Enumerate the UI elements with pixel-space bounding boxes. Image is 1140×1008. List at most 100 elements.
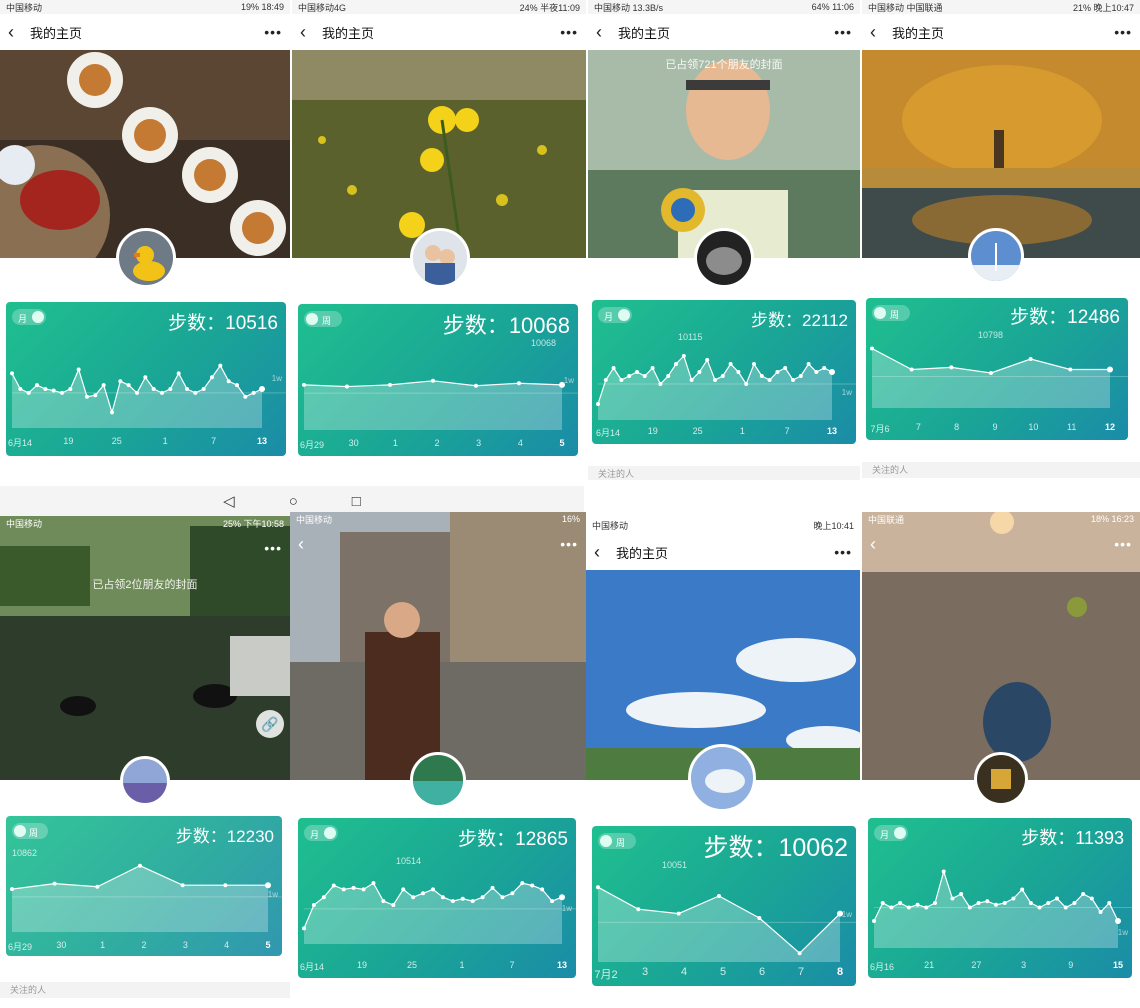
cover-photo-swans[interactable]: 中国移动 25% 下午10:58 ••• 已占领2位朋友的封面 🔗 (0, 516, 290, 780)
chart-point (880, 901, 885, 905)
toggle-label: 周 (29, 828, 39, 838)
x-tick-label: 2 (434, 438, 440, 448)
profile-tile-1: 中国移动 19% 18:49 ‹ 我的主页 ••• 月 步数：10516 1w … (0, 0, 290, 470)
period-toggle[interactable]: 周 (598, 833, 636, 849)
chart-point (959, 892, 964, 896)
avatar[interactable] (410, 752, 466, 808)
chart-point (829, 369, 835, 375)
avatar[interactable] (116, 228, 176, 288)
profile-tile-5: 中国移动 25% 下午10:58 ••• 已占领2位朋友的封面 🔗 周 步数：12… (0, 516, 290, 1008)
chart-point (321, 895, 326, 900)
avatar[interactable] (410, 228, 470, 288)
chart-point (736, 370, 741, 374)
back-icon[interactable]: ‹ (596, 22, 614, 43)
link-icon[interactable]: 🔗 (256, 710, 284, 738)
cover-photo-autumn-tree[interactable] (862, 50, 1140, 258)
chart-point (201, 387, 206, 391)
more-icon[interactable]: ••• (560, 24, 578, 40)
more-icon[interactable]: ••• (264, 24, 282, 40)
chart-point (540, 887, 545, 892)
toggle-knob (32, 311, 44, 323)
nav-bar: ‹ 我的主页 ••• (292, 14, 586, 50)
chart-point (596, 402, 600, 406)
cover-flowers-illustration (292, 50, 586, 258)
cover-photo-street[interactable]: 中国移动 16% ‹ ••• (290, 512, 586, 780)
more-icon[interactable]: ••• (560, 536, 578, 552)
period-toggle[interactable]: 月 (874, 825, 908, 841)
period-toggle[interactable]: 周 (304, 311, 342, 327)
avatar[interactable] (694, 228, 754, 288)
page-title: 我的主页 (322, 25, 375, 41)
period-toggle[interactable]: 周 (872, 305, 910, 321)
period-toggle[interactable]: 周 (12, 823, 48, 839)
peak-value: 10068 (530, 338, 556, 348)
back-icon[interactable]: ‹ (870, 22, 888, 43)
chart-point (872, 919, 876, 923)
back-icon[interactable]: ‹ (298, 534, 316, 555)
x-tick-label: 1 (459, 960, 465, 970)
x-tick-label: 6月14 (595, 428, 621, 438)
more-icon[interactable]: ••• (1114, 536, 1132, 552)
chart-point (138, 863, 142, 868)
duck-avatar-image (119, 231, 173, 285)
period-toggle[interactable]: 月 (304, 825, 338, 841)
chart-point (994, 902, 998, 907)
steps-count: 步数：10062 (703, 828, 848, 864)
avatar[interactable] (974, 752, 1028, 806)
step-card[interactable]: 月 步数：22112 10115 1w 6月14 19 25 1 7 13 (592, 300, 856, 444)
step-card[interactable]: 周 步数：10062 10051 1w 7月2 3 4 5 6 7 8 (592, 826, 856, 986)
steps-count: 步数：10068 (443, 308, 570, 340)
chart-point (10, 371, 14, 376)
chart-point (26, 390, 31, 395)
avatar[interactable] (968, 228, 1024, 284)
cover-photo-runner[interactable]: 已占领721个朋友的封面 (588, 50, 860, 258)
back-icon[interactable]: ‹ (870, 534, 888, 555)
steps-count: 步数：12865 (458, 824, 568, 851)
chart-point (798, 374, 803, 378)
profile-tile-2: 中国移动4G24% 半夜11:09 ‹ 我的主页 ••• 周 步数：10068 (292, 0, 586, 470)
x-tick-label: 3 (182, 940, 188, 950)
system-back-icon[interactable]: ◁ (223, 492, 235, 510)
chart-point (135, 390, 139, 395)
steps-count: 步数：10516 (168, 308, 278, 335)
step-card[interactable]: 月 步数：12865 10514 1w 6月14 19 25 1 7 13 (298, 818, 576, 978)
more-icon[interactable]: ••• (264, 540, 282, 556)
system-recent-icon[interactable]: □ (352, 493, 361, 510)
chart-point (243, 394, 248, 399)
period-toggle[interactable]: 月 (12, 309, 46, 325)
back-icon[interactable]: ‹ (8, 22, 26, 43)
step-card[interactable]: 月 步数：10516 1w 6月14 19 25 1 7 13 (6, 302, 286, 456)
step-card[interactable]: 周 步数：12486 10798 7月6 7 8 9 10 11 12 (866, 298, 1128, 440)
steps-count: 步数：22112 (751, 306, 848, 331)
chart-point (806, 362, 811, 366)
step-card[interactable]: 周 步数：12230 10862 1w 6月29 30 1 2 3 4 5 (6, 816, 282, 956)
cover-photo-tea[interactable] (0, 50, 290, 258)
chart-point (889, 905, 894, 910)
status-bar: 中国移动 中国联通 21% 晚上10:47 (862, 0, 1140, 14)
cover-photo-beach[interactable]: 中国联通 18% 16:23 ‹ ••• (862, 512, 1140, 780)
more-icon[interactable]: ••• (834, 24, 852, 40)
period-toggle[interactable]: 月 (598, 307, 632, 323)
chart-point (976, 901, 981, 905)
x-tick-label: 7 (797, 966, 805, 978)
chart-point (490, 885, 495, 890)
more-icon[interactable]: ••• (834, 544, 852, 560)
cover-tree-illustration (862, 50, 1140, 258)
steps-count: 步数：12486 (1010, 302, 1120, 329)
chart-point (775, 370, 780, 374)
back-icon[interactable]: ‹ (594, 542, 612, 563)
avatar[interactable] (120, 756, 170, 806)
step-card[interactable]: 月 步数：11393 1w 6月16 21 27 3 9 15 (868, 818, 1132, 978)
step-card[interactable]: 周 步数：10068 10068 1w 6月29 30 1 2 3 4 5 (298, 304, 578, 456)
hands-avatar-image (697, 231, 751, 285)
x-tick-label: 1 (392, 438, 398, 448)
back-icon[interactable]: ‹ (300, 22, 318, 43)
cover-photo-flowers[interactable] (292, 50, 586, 258)
toggle-knob (14, 825, 26, 837)
steps-prefix: 步数： (442, 313, 509, 338)
avatar[interactable] (688, 744, 756, 812)
system-home-icon[interactable]: ○ (289, 493, 298, 510)
page-title: 我的主页 (616, 545, 669, 561)
more-icon[interactable]: ••• (1114, 24, 1132, 40)
x-tick-label: 6月29 (7, 942, 33, 952)
